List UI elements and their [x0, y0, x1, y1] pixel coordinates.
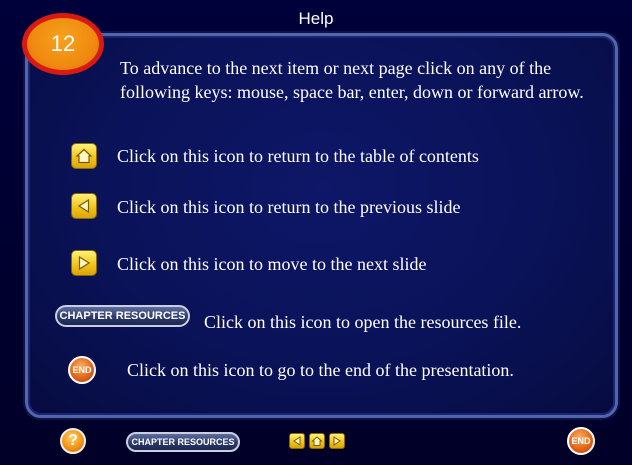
previous-description: Click on this icon to return to the prev…: [117, 197, 461, 217]
resources-description: Click on this icon to open the resources…: [204, 312, 522, 332]
home-description: Click on this icon to return to the tabl…: [117, 146, 479, 166]
next-arrow-icon[interactable]: [71, 250, 97, 276]
footer-previous-button[interactable]: [289, 433, 305, 449]
footer-end-button[interactable]: END: [567, 427, 595, 455]
end-icon[interactable]: END: [68, 356, 96, 384]
slide-stage: Help 12 To advance to the next item or n…: [0, 0, 632, 465]
next-description: Click on this icon to move to the next s…: [117, 254, 427, 274]
help-button[interactable]: ?: [60, 428, 86, 454]
slide-number-badge: 12: [22, 13, 104, 75]
footer-home-button[interactable]: [309, 433, 325, 449]
home-icon[interactable]: [71, 143, 97, 169]
footer-next-button[interactable]: [329, 433, 345, 449]
footer-chapter-resources-button[interactable]: CHAPTER RESOURCES: [126, 432, 240, 452]
intro-text: To advance to the next item or next page…: [120, 58, 584, 102]
chapter-resources-button[interactable]: CHAPTER RESOURCES: [55, 305, 190, 327]
previous-arrow-icon[interactable]: [71, 193, 97, 219]
end-description: Click on this icon to go to the end of t…: [127, 360, 514, 380]
